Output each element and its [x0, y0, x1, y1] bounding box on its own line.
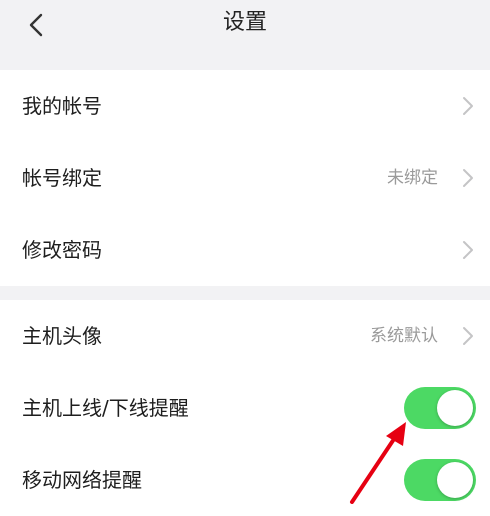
- chevron-right-icon: [463, 327, 473, 345]
- row-label: 主机头像: [22, 324, 102, 348]
- chevron-right-icon: [463, 241, 473, 259]
- settings-row-my-account[interactable]: 我的帐号: [0, 70, 490, 142]
- chevron-right-icon: [463, 169, 473, 187]
- row-label: 帐号绑定: [22, 166, 102, 190]
- toggle-knob: [437, 462, 473, 498]
- toggle-knob: [437, 390, 473, 426]
- page-title: 设置: [222, 10, 267, 35]
- navigation-bar: 设置: [0, 0, 490, 70]
- row-label: 主机上线/下线提醒: [22, 396, 189, 420]
- row-label: 移动网络提醒: [22, 468, 142, 492]
- row-label: 修改密码: [22, 238, 102, 262]
- binding-status-value: 未绑定: [387, 168, 438, 188]
- settings-row-account-binding[interactable]: 帐号绑定 未绑定: [0, 142, 490, 214]
- row-label: 我的帐号: [22, 94, 102, 118]
- avatar-status-value: 系统默认: [370, 326, 438, 346]
- settings-row-host-avatar[interactable]: 主机头像 系统默认: [0, 300, 490, 372]
- chevron-right-icon: [463, 97, 473, 115]
- settings-row-change-password[interactable]: 修改密码: [0, 214, 490, 286]
- account-settings-group: 我的帐号 帐号绑定 未绑定 修改密码: [0, 70, 490, 286]
- red-arrow-icon: [350, 422, 406, 504]
